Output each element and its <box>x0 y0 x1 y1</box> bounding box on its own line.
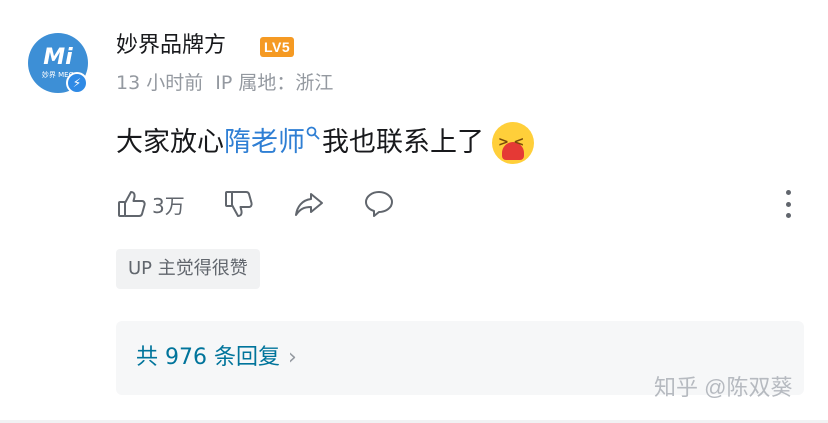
comment-text-before: 大家放心 <box>116 127 224 158</box>
reply-button[interactable] <box>363 188 395 220</box>
speech-bubble-icon <box>364 191 393 217</box>
search-icon[interactable] <box>306 116 320 154</box>
share-arrow-icon <box>294 193 323 216</box>
replies-label: 共 976 条回复 <box>136 345 280 370</box>
avatar-mark: Mi <box>43 44 73 70</box>
comment-meta: 13 小时前 IP 属地：浙江 <box>116 70 333 96</box>
like-count: 3万 <box>152 193 185 218</box>
share-button[interactable] <box>293 188 325 220</box>
mention-link[interactable]: 隋老师 <box>224 124 305 162</box>
thumbs-up-icon <box>118 191 146 217</box>
chevron-right-icon: › <box>287 345 297 370</box>
username[interactable]: 妙界品牌方 <box>116 32 226 60</box>
comment-time: 13 小时前 <box>116 72 204 94</box>
action-bar: 3万 <box>116 186 433 222</box>
more-dot <box>785 201 791 207</box>
up-liked-tag: UP 主觉得很赞 <box>116 249 260 289</box>
more-dot <box>785 213 791 218</box>
comment-text-after: 我也联系上了 <box>322 127 484 158</box>
hugging-heart-emoji <box>492 122 534 164</box>
ip-location: IP 属地：浙江 <box>215 72 334 94</box>
level-badge: LV5 <box>260 37 295 57</box>
lightning-icon: ⚡ <box>66 72 88 94</box>
like-button[interactable]: 3万 <box>116 188 185 220</box>
watermark: 知乎 @陈双葵 <box>654 375 793 400</box>
more-dot <box>785 190 791 195</box>
thumbs-down-icon <box>224 191 253 217</box>
dislike-button[interactable] <box>223 188 255 220</box>
more-vertical-icon[interactable] <box>778 190 798 218</box>
comment-text: 大家放心 隋老师 我也联系上了 <box>116 122 534 164</box>
view-replies-link[interactable]: 共 976 条回复 › <box>136 341 297 375</box>
